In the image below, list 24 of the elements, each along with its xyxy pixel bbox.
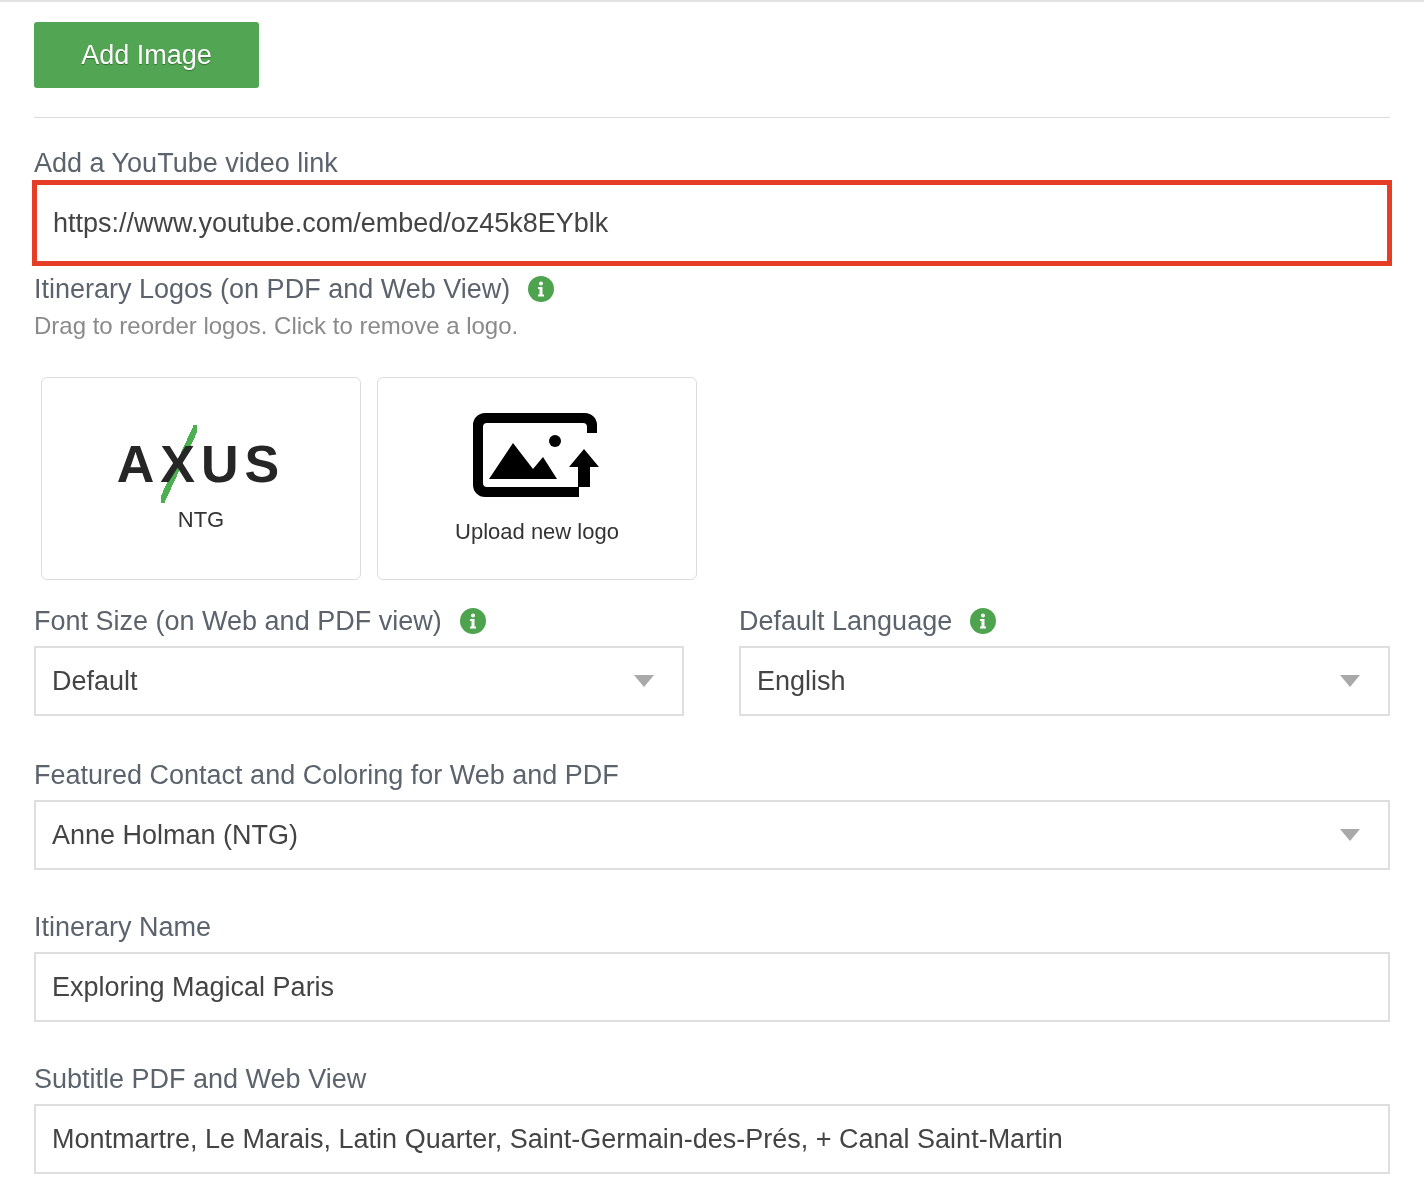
- caret-icon: [1340, 829, 1360, 841]
- field-label: Default Language: [739, 605, 953, 638]
- dropdown[interactable]: Default: [34, 646, 684, 716]
- youtube-link-field[interactable]: https://www.youtube.com/embed/oz45k8EYblk: [32, 180, 1392, 266]
- info-icon[interactable]: [528, 276, 555, 302]
- image-upload-icon: [473, 412, 601, 497]
- field-label: Font Size (on Web and PDF view): [34, 605, 442, 638]
- logo-caption: NTG: [177, 506, 225, 533]
- caret-icon: [1340, 675, 1360, 687]
- text-field[interactable]: Exploring Magical Paris: [34, 952, 1390, 1022]
- upload-logo-card[interactable]: Upload new logo: [377, 377, 697, 580]
- info-icon[interactable]: [970, 608, 997, 634]
- caret-icon: [634, 675, 654, 687]
- field-label: Featured Contact and Coloring for Web and PDF: [34, 759, 619, 792]
- text-field[interactable]: Montmartre, Le Marais, Latin Quarter, Saint-Germain-des-Prés, + Canal Saint-Martin: [34, 1104, 1390, 1174]
- field-label: Itinerary Name: [34, 911, 212, 944]
- dropdown[interactable]: Anne Holman (NTG): [34, 800, 1390, 870]
- dropdown[interactable]: English: [739, 646, 1390, 716]
- info-icon[interactable]: [459, 608, 486, 634]
- section-label: Itinerary Logos (on PDF and Web View): [34, 273, 511, 306]
- field-label: Subtitle PDF and Web View: [34, 1063, 367, 1096]
- field-label: Add a YouTube video link: [34, 147, 338, 180]
- hint-text: Drag to reorder logos. Click to remove a logo.: [34, 312, 519, 340]
- upload-caption: Upload new logo: [455, 518, 619, 545]
